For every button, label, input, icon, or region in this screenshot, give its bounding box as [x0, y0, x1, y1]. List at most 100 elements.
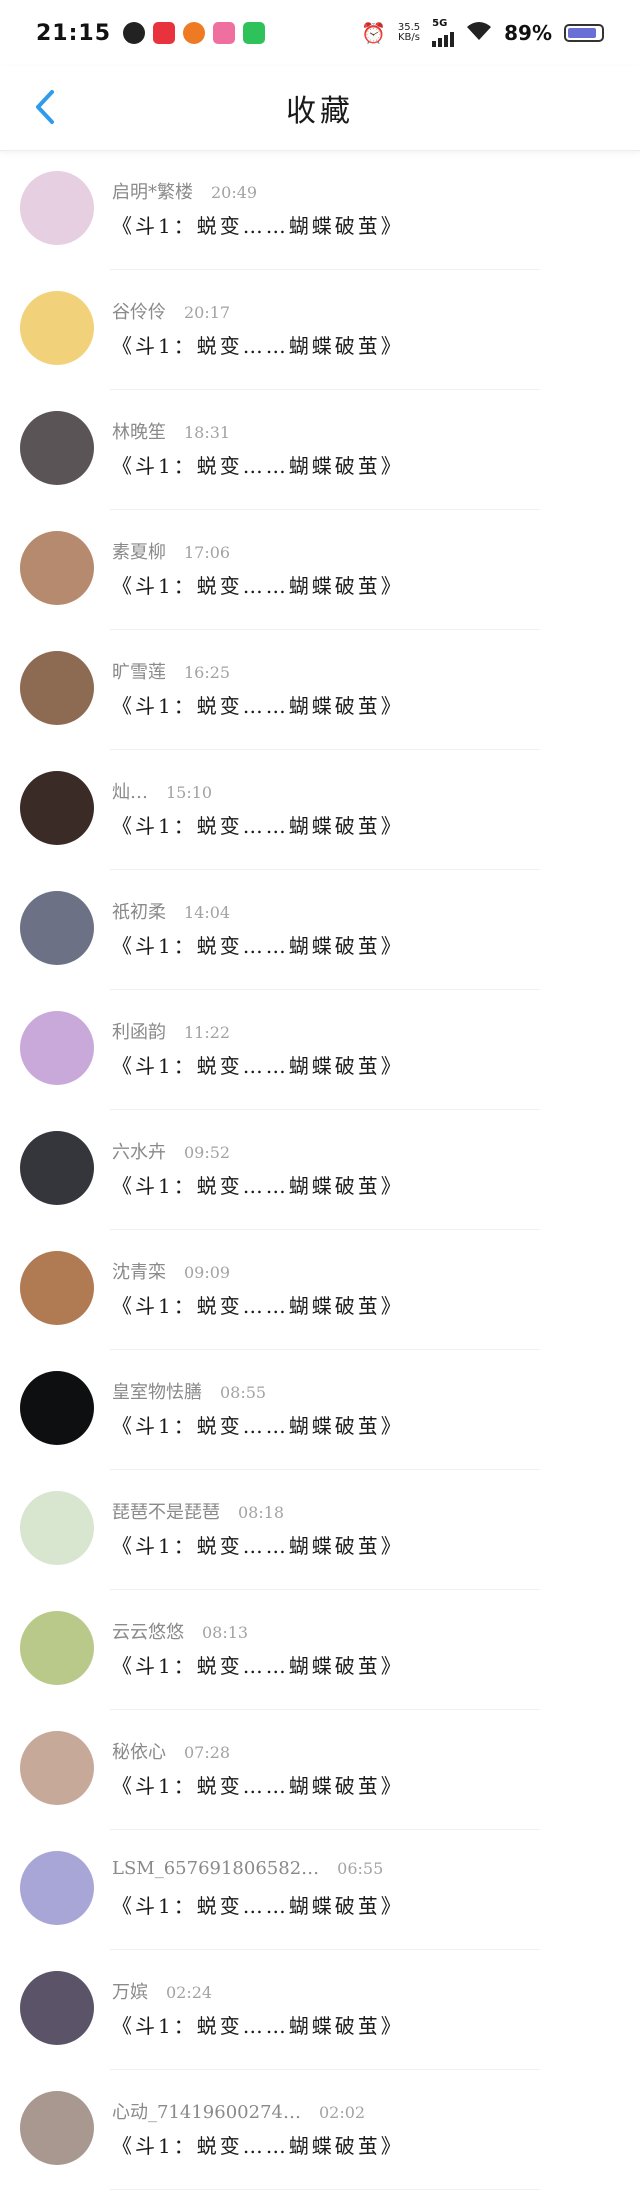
- timestamp: 08:18: [238, 1503, 285, 1522]
- avatar[interactable]: [20, 171, 94, 245]
- item-header: LSM_657691806582… 06:55: [112, 1858, 383, 1879]
- username: 万嫔: [112, 1982, 148, 2003]
- username: 旷雪莲: [112, 662, 166, 683]
- list-item[interactable]: 皇室物怯膳 08:55 《斗1：蜕变……蝴蝶破茧》: [0, 1350, 640, 1470]
- list-item[interactable]: 灿… 15:10 《斗1：蜕变……蝴蝶破茧》: [0, 750, 640, 870]
- timestamp: 09:52: [184, 1143, 231, 1162]
- avatar[interactable]: [20, 1611, 94, 1685]
- page-title: 收藏: [286, 94, 354, 129]
- username: 琵琶不是琵琶: [112, 1502, 220, 1523]
- item-header: 琵琶不是琵琶 08:18: [112, 1498, 284, 1524]
- bilibili-icon: [213, 22, 236, 44]
- avatar[interactable]: [20, 891, 94, 965]
- username: 灿…: [112, 782, 148, 803]
- item-header: 心动_71419600274… 02:02: [112, 2098, 365, 2124]
- list-item[interactable]: 云云悠悠 08:13 《斗1：蜕变……蝴蝶破茧》: [0, 1590, 640, 1710]
- timestamp: 08:13: [202, 1623, 249, 1642]
- avatar[interactable]: [20, 1731, 94, 1805]
- username: LSM_657691806582…: [112, 1858, 320, 1879]
- avatar[interactable]: [20, 2091, 94, 2165]
- item-header: 林晚笙 18:31: [112, 418, 230, 444]
- message-text: 《斗1：蜕变……蝴蝶破茧》: [112, 1294, 404, 1318]
- battery-fill: [568, 28, 596, 38]
- avatar[interactable]: [20, 651, 94, 725]
- timestamp: 02:24: [166, 1983, 213, 2002]
- wifi-icon: [466, 21, 492, 46]
- list-item[interactable]: 启明*繁楼 20:49 《斗1：蜕变……蝴蝶破茧》: [0, 150, 640, 270]
- timestamp: 09:09: [184, 1263, 231, 1282]
- avatar[interactable]: [20, 1371, 94, 1445]
- username: 云云悠悠: [112, 1622, 184, 1643]
- message-text: 《斗1：蜕变……蝴蝶破茧》: [112, 214, 404, 238]
- message-text: 《斗1：蜕变……蝴蝶破茧》: [112, 1654, 404, 1678]
- username: 林晚笙: [112, 422, 166, 443]
- network-speed: 35.5 KB/s: [398, 23, 420, 43]
- message-text: 《斗1：蜕变……蝴蝶破茧》: [112, 1774, 404, 1798]
- nav-bar: 收藏: [0, 66, 640, 151]
- cellular-indicator: 5G: [432, 19, 455, 47]
- username: 利函韵: [112, 1022, 166, 1043]
- message-text: 《斗1：蜕变……蝴蝶破茧》: [112, 694, 404, 718]
- item-header: 利函韵 11:22: [112, 1018, 230, 1044]
- list-item[interactable]: 秘依心 07:28 《斗1：蜕变……蝴蝶破茧》: [0, 1710, 640, 1830]
- username: 祇初柔: [112, 902, 166, 923]
- list-item[interactable]: 利函韵 11:22 《斗1：蜕变……蝴蝶破茧》: [0, 990, 640, 1110]
- list-item[interactable]: 素夏柳 17:06 《斗1：蜕变……蝴蝶破茧》: [0, 510, 640, 630]
- timestamp: 11:22: [184, 1023, 231, 1042]
- network-speed-unit: KB/s: [397, 32, 420, 43]
- item-header: 皇室物怯膳 08:55: [112, 1378, 266, 1404]
- avatar[interactable]: [20, 411, 94, 485]
- message-text: 《斗1：蜕变……蝴蝶破茧》: [112, 1174, 404, 1198]
- list-item[interactable]: 琵琶不是琵琶 08:18 《斗1：蜕变……蝴蝶破茧》: [0, 1470, 640, 1590]
- username: 素夏柳: [112, 542, 166, 563]
- back-button[interactable]: [20, 82, 70, 132]
- list-item[interactable]: 六水卉 09:52 《斗1：蜕变……蝴蝶破茧》: [0, 1110, 640, 1230]
- message-text: 《斗1：蜕变……蝴蝶破茧》: [112, 1054, 404, 1078]
- avatar[interactable]: [20, 531, 94, 605]
- username: 秘依心: [112, 1742, 166, 1763]
- pumpkin-icon: [183, 22, 206, 44]
- list-item[interactable]: 心动_71419600274… 02:02 《斗1：蜕变……蝴蝶破茧》: [0, 2070, 640, 2190]
- item-header: 祇初柔 14:04: [112, 898, 230, 924]
- battery-percent: 89%: [504, 21, 552, 45]
- list-item[interactable]: 林晚笙 18:31 《斗1：蜕变……蝴蝶破茧》: [0, 390, 640, 510]
- avatar[interactable]: [20, 771, 94, 845]
- notification-icons: [123, 22, 266, 44]
- list-item[interactable]: 沈青栾 09:09 《斗1：蜕变……蝴蝶破茧》: [0, 1230, 640, 1350]
- timestamp: 14:04: [184, 903, 231, 922]
- alarm-icon: ⏰: [360, 21, 386, 45]
- avatar[interactable]: [20, 1131, 94, 1205]
- timestamp: 18:31: [184, 423, 231, 442]
- message-text: 《斗1：蜕变……蝴蝶破茧》: [112, 454, 404, 478]
- list-item[interactable]: LSM_657691806582… 06:55 《斗1：蜕变……蝴蝶破茧》: [0, 1830, 640, 1950]
- message-text: 《斗1：蜕变……蝴蝶破茧》: [112, 574, 404, 598]
- list-item[interactable]: 谷伶伶 20:17 《斗1：蜕变……蝴蝶破茧》: [0, 270, 640, 390]
- item-header: 旷雪莲 16:25: [112, 658, 230, 684]
- avatar[interactable]: [20, 1491, 94, 1565]
- message-text: 《斗1：蜕变……蝴蝶破茧》: [112, 814, 404, 838]
- list-item[interactable]: 祇初柔 14:04 《斗1：蜕变……蝴蝶破茧》: [0, 870, 640, 990]
- avatar[interactable]: [20, 291, 94, 365]
- wechat-icon: [243, 22, 266, 44]
- avatar[interactable]: [20, 1851, 94, 1925]
- item-header: 启明*繁楼 20:49: [112, 178, 257, 204]
- status-bar: 21:15 ⏰ 35.5 KB/s 5G 89%: [0, 0, 640, 66]
- signal-icon: [432, 29, 455, 47]
- avatar[interactable]: [20, 1971, 94, 2045]
- list-item[interactable]: 旷雪莲 16:25 《斗1：蜕变……蝴蝶破茧》: [0, 630, 640, 750]
- timestamp: 16:25: [184, 663, 231, 682]
- avatar[interactable]: [20, 1011, 94, 1085]
- favorites-list: 启明*繁楼 20:49 《斗1：蜕变……蝴蝶破茧》 谷伶伶 20:17 《斗1：蜕变……蝴…: [0, 150, 640, 2190]
- item-header: 灿… 15:10: [112, 778, 212, 804]
- username: 沈青栾: [112, 1262, 166, 1283]
- message-text: 《斗1：蜕变……蝴蝶破茧》: [112, 2014, 404, 2038]
- timestamp: 20:17: [184, 303, 231, 322]
- timestamp: 17:06: [184, 543, 231, 562]
- list-item[interactable]: 万嫔 02:24 《斗1：蜕变……蝴蝶破茧》: [0, 1950, 640, 2070]
- chevron-left-icon: [36, 90, 54, 124]
- timestamp: 02:02: [318, 2103, 366, 2122]
- item-header: 谷伶伶 20:17: [112, 298, 230, 324]
- avatar[interactable]: [20, 1251, 94, 1325]
- timestamp: 06:55: [337, 1859, 384, 1878]
- message-text: 《斗1：蜕变……蝴蝶破茧》: [112, 934, 404, 958]
